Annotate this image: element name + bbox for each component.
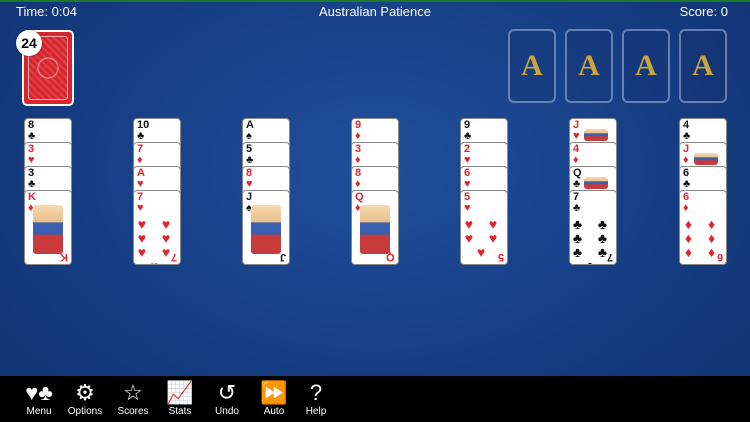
top-accent-line xyxy=(0,0,750,2)
card-suit-icon: ♣ xyxy=(28,178,36,190)
menu-label: Menu xyxy=(26,406,52,417)
card-rank-bottom: J xyxy=(279,251,286,263)
help-icon: ? xyxy=(309,380,323,405)
face-card-art xyxy=(584,177,608,189)
card-suit-icon: ♦ xyxy=(573,154,579,166)
foundation-2[interactable]: A xyxy=(565,29,613,103)
stats-icon: 📈 xyxy=(166,380,194,405)
card-rank-bottom: Q xyxy=(386,251,395,263)
scores-label: Scores xyxy=(117,406,149,417)
face-card-art xyxy=(251,205,281,254)
card-suit-icon: ♦ xyxy=(137,154,143,166)
card-suit-icon: ♦ xyxy=(683,202,689,214)
card-suit-icon: ♣ xyxy=(137,130,145,142)
card-suit-icon: ♥ xyxy=(137,202,144,214)
face-card-art xyxy=(33,205,63,254)
card-rank-bottom: 5 xyxy=(497,251,504,263)
card-rank-bottom: 6 xyxy=(716,251,723,263)
card-suit-icon: ♥ xyxy=(137,178,144,190)
card-suit-icon: ♥ xyxy=(464,154,471,166)
card-suit-icon: ♥ xyxy=(246,178,253,190)
card-suit-icon: ♣ xyxy=(28,130,36,142)
stock-pile[interactable]: 24 xyxy=(16,30,74,106)
card-rank-bottom: 7 xyxy=(606,251,613,263)
card-suit-icon: ♥ xyxy=(464,178,471,190)
auto-button[interactable]: ⏩ Auto xyxy=(250,380,298,418)
card-suit-icon: ♣ xyxy=(573,202,581,214)
face-card-art xyxy=(584,129,608,141)
playing-card[interactable]: 7♥♥ ♥ ♥ ♥ ♥ ♥ ♥7 xyxy=(133,190,181,265)
menu-button[interactable]: ♥♣ Menu xyxy=(15,380,63,418)
auto-icon: ⏩ xyxy=(260,380,288,405)
bottom-toolbar: ♥♣ Menu ⚙ Options ☆ Scores 📈 Stats ↺ Undo ⏩ Auto? He… xyxy=(0,376,750,422)
stats-button[interactable]: 📈 Stats xyxy=(156,380,204,418)
playing-card[interactable]: 6 ♦ ♦ ♦ ♦ ♦ ♦ ♦ 6 xyxy=(679,190,727,265)
options-icon: ⚙ xyxy=(75,380,95,405)
score-display: Score: 0 xyxy=(679,4,728,19)
card-suit-icon: ♥ xyxy=(28,154,35,166)
options-button[interactable]: ⚙ Options xyxy=(61,380,109,418)
card-suit-icon: ♦ xyxy=(355,154,361,166)
card-suit-icon: ♠ xyxy=(246,130,252,142)
stock-count-badge: 24 xyxy=(16,30,42,56)
card-suit-icon: ♣ xyxy=(246,154,254,166)
playing-card[interactable]: 5 ♥ ♥ ♥ ♥ ♥ ♥ 5 xyxy=(460,190,508,265)
undo-button[interactable]: ↺ Undo xyxy=(203,380,251,418)
foundation-3[interactable]: A xyxy=(622,29,670,103)
menu-icon: ♥♣ xyxy=(25,380,53,405)
face-card-art xyxy=(694,153,718,165)
playing-card[interactable]: Q ♦ Q xyxy=(351,190,399,265)
face-card-art xyxy=(360,205,390,254)
playing-card[interactable]: K ♦ K xyxy=(24,190,72,265)
auto-label: Auto xyxy=(263,406,285,417)
game-title: Australian Patience xyxy=(318,4,431,19)
card-suit-icon: ♦ xyxy=(355,178,361,190)
card-suit-icon: ♥ xyxy=(573,130,580,142)
card-suit-icon: ♣ xyxy=(573,178,581,190)
playing-card[interactable]: J ♠ J xyxy=(242,190,290,265)
card-suit-icon: ♣ xyxy=(683,130,691,142)
card-suit-icon: ♦ xyxy=(355,130,361,142)
card-suit-icon: ♦ xyxy=(683,154,689,166)
playing-card[interactable]: 7♣♣ ♣ ♣ ♣ ♣ ♣ ♣7 xyxy=(569,190,617,265)
help-button[interactable]: ? Help xyxy=(292,380,340,418)
undo-icon: ↺ xyxy=(217,380,237,405)
card-suit-icon: ♣ xyxy=(464,130,472,142)
foundation-1[interactable]: A xyxy=(508,29,556,103)
options-label: Options xyxy=(67,406,103,417)
card-rank-bottom: K xyxy=(60,251,68,263)
help-label: Help xyxy=(305,406,327,417)
foundation-4[interactable]: A xyxy=(679,29,727,103)
undo-label: Undo xyxy=(215,406,239,417)
card-rank-bottom: 7 xyxy=(170,251,177,263)
scores-button[interactable]: ☆ Scores xyxy=(109,380,157,418)
card-suit-icon: ♣ xyxy=(683,178,691,190)
stats-label: Stats xyxy=(168,406,192,417)
card-suit-icon: ♥ xyxy=(464,202,471,214)
scores-icon: ☆ xyxy=(123,380,143,405)
